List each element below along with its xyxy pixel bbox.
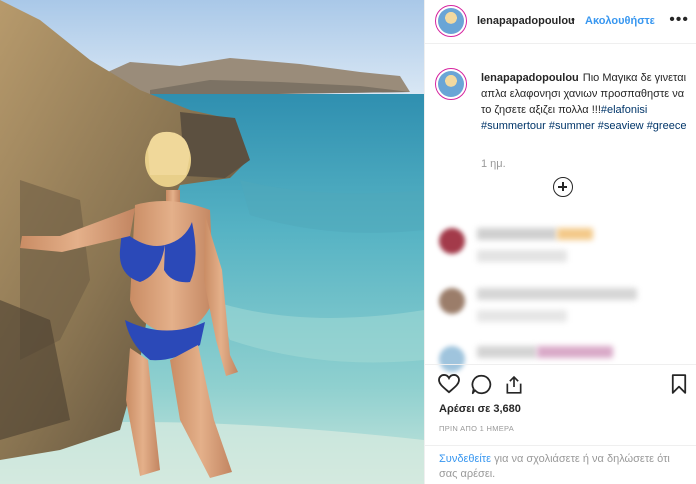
share-icon[interactable]: [504, 374, 524, 395]
avatar-image: [438, 8, 464, 34]
blurred-text: [477, 310, 567, 322]
blurred-text: [477, 228, 557, 240]
hashtag-link[interactable]: #summer: [549, 120, 595, 132]
caption-avatar[interactable]: [435, 68, 467, 100]
blurred-text: [557, 228, 593, 240]
post-date[interactable]: ΠΡΙΝ ΑΠΟ 1 ΗΜΕΡΑ: [439, 424, 514, 433]
post-photo[interactable]: [0, 0, 424, 484]
blurred-avatar: [439, 228, 465, 254]
hashtag-link[interactable]: #elafonisi: [601, 104, 647, 116]
blurred-comment: [425, 226, 696, 266]
follow-button[interactable]: Ακολουθήστε: [585, 15, 655, 27]
login-prompt: Συνδεθείτε για να σχολιάσετε ή να δηλώσε…: [425, 445, 696, 482]
username-link[interactable]: lenapapadopoulou: [477, 15, 575, 27]
hashtag-link[interactable]: #greece: [647, 120, 687, 132]
login-link[interactable]: Συνδεθείτε: [439, 453, 491, 465]
bookmark-icon[interactable]: [671, 374, 687, 394]
avatar[interactable]: [435, 5, 467, 37]
caption-username[interactable]: lenapapadopoulou: [481, 72, 579, 84]
blurred-text: [537, 346, 613, 358]
hashtag-link[interactable]: #summertour: [481, 120, 546, 132]
avatar-image: [438, 71, 464, 97]
heart-icon[interactable]: [438, 374, 460, 394]
post-image: [0, 0, 424, 484]
blurred-avatar: [439, 288, 465, 314]
blurred-text: [477, 250, 567, 262]
post-actions: Αρέσει σε 3,680 ΠΡΙΝ ΑΠΟ 1 ΗΜΕΡΑ Συνδεθε…: [425, 364, 696, 484]
more-options-icon[interactable]: •••: [669, 11, 689, 29]
comment-icon[interactable]: [471, 374, 492, 395]
separator-dot: •: [571, 14, 575, 26]
caption-timestamp[interactable]: 1 ημ.: [481, 158, 506, 170]
post-side-panel: lenapapadopoulou • Ακολουθήστε ••• lenap…: [424, 0, 696, 484]
blurred-comment: [425, 286, 696, 326]
caption-text: lenapapadopoulou Πιο Μαγικα δε γινεται απ…: [481, 70, 691, 134]
likes-count[interactable]: Αρέσει σε 3,680: [439, 403, 521, 415]
hashtag-link[interactable]: #seaview: [598, 120, 644, 132]
plus-circle-icon[interactable]: [553, 177, 573, 197]
blurred-text: [477, 346, 537, 358]
post-header: lenapapadopoulou • Ακολουθήστε •••: [425, 0, 696, 44]
blurred-text: [477, 288, 637, 300]
